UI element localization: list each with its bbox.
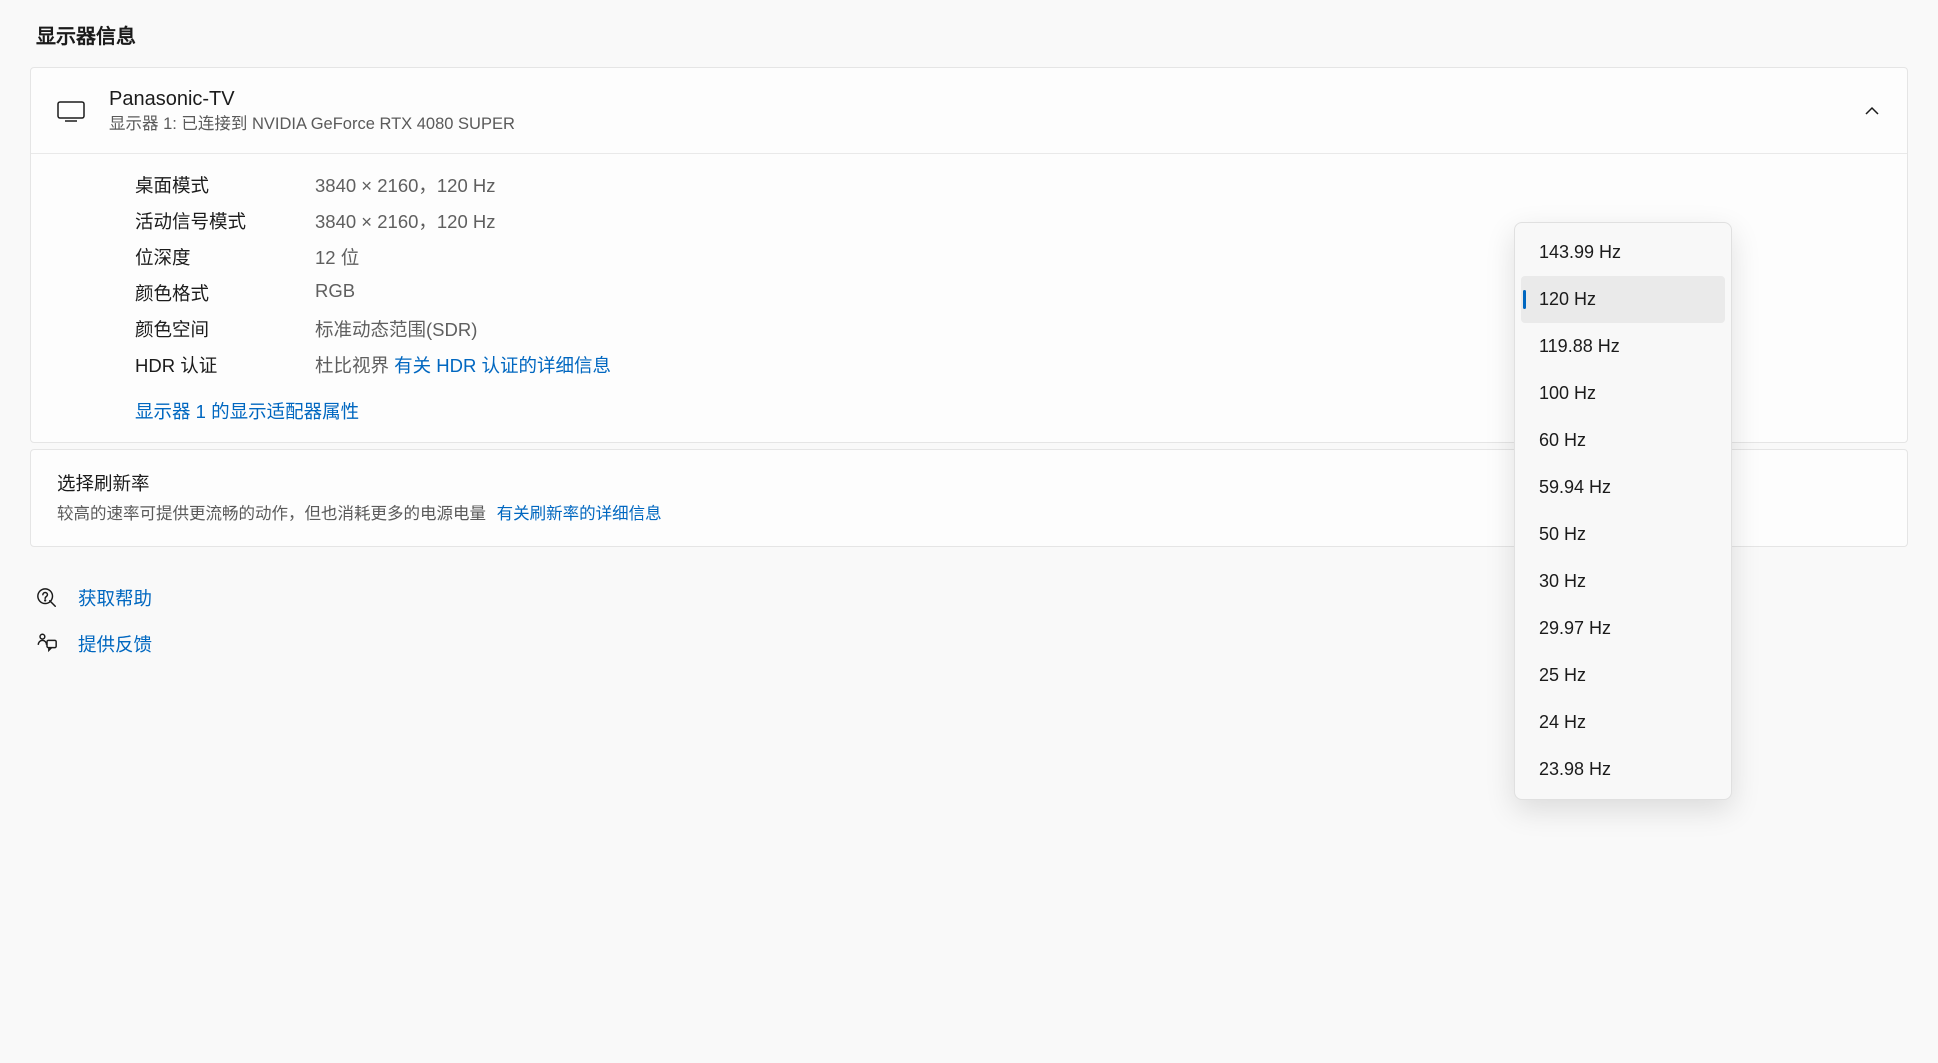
- hdr-value-prefix: 杜比视界: [315, 355, 394, 376]
- refresh-rate-option[interactable]: 119.88 Hz: [1521, 323, 1725, 370]
- spec-value: 杜比视界 有关 HDR 认证的详细信息: [315, 352, 611, 378]
- spec-label: HDR 认证: [135, 352, 315, 378]
- refresh-rate-option[interactable]: 120 Hz: [1521, 276, 1725, 323]
- refresh-rate-option[interactable]: 143.99 Hz: [1521, 229, 1725, 276]
- spec-value: 12 位: [315, 244, 359, 270]
- spec-label: 活动信号模式: [135, 208, 315, 234]
- spec-label: 颜色空间: [135, 316, 315, 342]
- spec-value: 标准动态范围(SDR): [315, 316, 477, 342]
- spec-value: 3840 × 2160，120 Hz: [315, 172, 496, 198]
- refresh-rate-option[interactable]: 29.97 Hz: [1521, 605, 1725, 652]
- feedback-label: 提供反馈: [78, 631, 152, 657]
- refresh-rate-option[interactable]: 59.94 Hz: [1521, 464, 1725, 511]
- hdr-details-link[interactable]: 有关 HDR 认证的详细信息: [394, 355, 611, 376]
- display-name: Panasonic-TV: [109, 86, 1863, 112]
- spec-row: 桌面模式3840 × 2160，120 Hz: [135, 172, 1907, 198]
- help-icon: [36, 587, 78, 609]
- spec-value: RGB: [315, 280, 355, 306]
- spec-label: 颜色格式: [135, 280, 315, 306]
- refresh-rate-option[interactable]: 100 Hz: [1521, 370, 1725, 417]
- monitor-icon: [57, 100, 109, 122]
- chevron-up-icon: [1863, 102, 1881, 120]
- help-label: 获取帮助: [78, 585, 152, 611]
- refresh-rate-option[interactable]: 24 Hz: [1521, 699, 1725, 746]
- section-title: 显示器信息: [36, 20, 1908, 49]
- refresh-rate-option[interactable]: 23.98 Hz: [1521, 746, 1725, 793]
- display-subtitle: 显示器 1: 已连接到 NVIDIA GeForce RTX 4080 SUPE…: [109, 114, 1863, 135]
- spec-value: 3840 × 2160，120 Hz: [315, 208, 496, 234]
- refresh-details-link[interactable]: 有关刷新率的详细信息: [497, 505, 662, 523]
- refresh-rate-option[interactable]: 25 Hz: [1521, 652, 1725, 699]
- refresh-rate-option[interactable]: 30 Hz: [1521, 558, 1725, 605]
- feedback-icon: [36, 633, 78, 655]
- spec-label: 位深度: [135, 244, 315, 270]
- refresh-rate-option[interactable]: 60 Hz: [1521, 417, 1725, 464]
- refresh-rate-option[interactable]: 50 Hz: [1521, 511, 1725, 558]
- adapter-properties-link[interactable]: 显示器 1 的显示适配器属性: [135, 398, 359, 424]
- spec-label: 桌面模式: [135, 172, 315, 198]
- display-card-header[interactable]: Panasonic-TV 显示器 1: 已连接到 NVIDIA GeForce …: [31, 68, 1907, 153]
- refresh-rate-dropdown[interactable]: 143.99 Hz120 Hz119.88 Hz100 Hz60 Hz59.94…: [1514, 222, 1732, 800]
